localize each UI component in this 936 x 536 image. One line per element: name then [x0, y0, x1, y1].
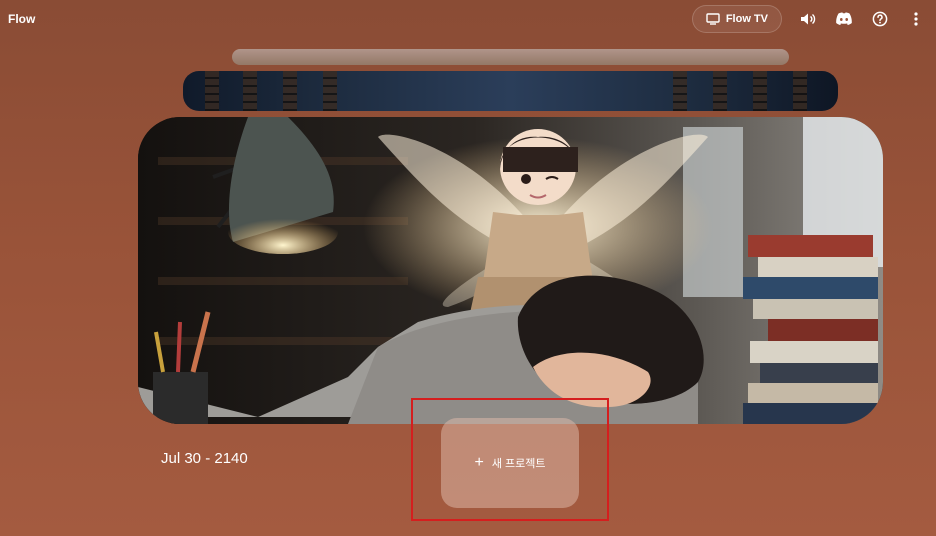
flow-tv-button[interactable]: Flow TV: [691, 5, 782, 33]
highlight-box: [411, 398, 609, 521]
more-vert-icon: [914, 12, 918, 26]
more-options-button[interactable]: [906, 9, 926, 29]
volume-icon: [800, 12, 816, 26]
hero-illustration: [138, 117, 883, 424]
stacked-card-library-thumbnail[interactable]: [183, 71, 838, 111]
discord-icon: [835, 12, 853, 26]
volume-button[interactable]: [798, 9, 818, 29]
discord-button[interactable]: [834, 9, 854, 29]
app-title: Flow: [8, 12, 36, 26]
top-toolbar: Flow TV: [691, 5, 926, 33]
help-icon: [872, 11, 888, 27]
project-date-label: Jul 30 - 2140: [161, 450, 248, 467]
tv-icon: [706, 13, 720, 25]
flow-tv-label: Flow TV: [725, 13, 768, 25]
help-button[interactable]: [870, 9, 890, 29]
stacked-card-back[interactable]: [232, 49, 789, 65]
project-hero-image[interactable]: [138, 117, 883, 424]
